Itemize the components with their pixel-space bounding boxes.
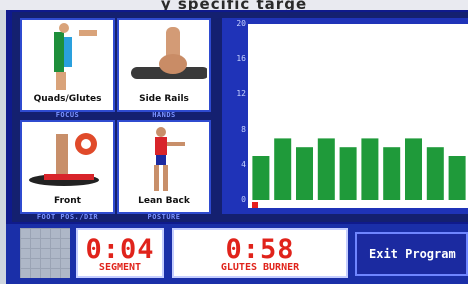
segment-label: SEGMENT [98,262,142,273]
y-tick-label: 16 [236,54,246,64]
exit-program-label: Exit Program [369,247,456,261]
chart-bar [339,147,357,200]
segment-timer: 0:04 SEGMENT [76,228,164,278]
tile-label: Quads/Glutes [33,94,102,104]
front-foot-image [24,124,111,194]
tile-label: Lean Back [138,196,190,206]
y-tick-label: 0 [241,195,246,204]
chart-bar [295,147,314,200]
chart-bar [448,156,466,200]
chart-bar [404,138,423,200]
tile-foot-position[interactable]: Front FOOT POS./DIR [20,120,115,221]
tile-caption: POSTURE [147,213,181,221]
program-label: GLUTES BURNER [220,262,300,273]
program-time: 0:58 [225,234,295,265]
y-tick-label: 8 [241,124,246,134]
side-rails-image [121,22,207,92]
tile-caption: FOOT POS./DIR [36,213,99,221]
exit-program-button[interactable]: Exit Program [355,232,468,276]
chart-bar [274,138,292,200]
tile-posture[interactable]: Lean Back POSTURE [117,120,211,221]
grid-pattern [20,228,70,278]
chart-baseline [248,200,468,208]
tile-label: Front [54,196,81,206]
quads-glutes-image [24,22,111,92]
chart-bar [317,138,335,200]
progress-marker [252,202,258,208]
tile-focus[interactable]: Quads/Glutes FOCUS [20,18,115,119]
chart-bar [383,147,401,200]
y-tick-label: 20 [236,19,246,28]
tile-label: Side Rails [139,94,189,104]
lean-back-image [121,124,207,194]
workout-profile-chart [252,138,466,200]
y-tick-label: 4 [241,159,246,169]
program-timer: 0:58 GLUTES BURNER [172,228,348,278]
segment-time: 0:04 [85,234,155,265]
chart-bar [252,156,270,200]
chart-bar [361,138,379,200]
chart-bar [426,147,444,200]
tile-hands[interactable]: Side Rails HANDS [117,18,211,119]
y-tick-label: 12 [236,89,246,99]
